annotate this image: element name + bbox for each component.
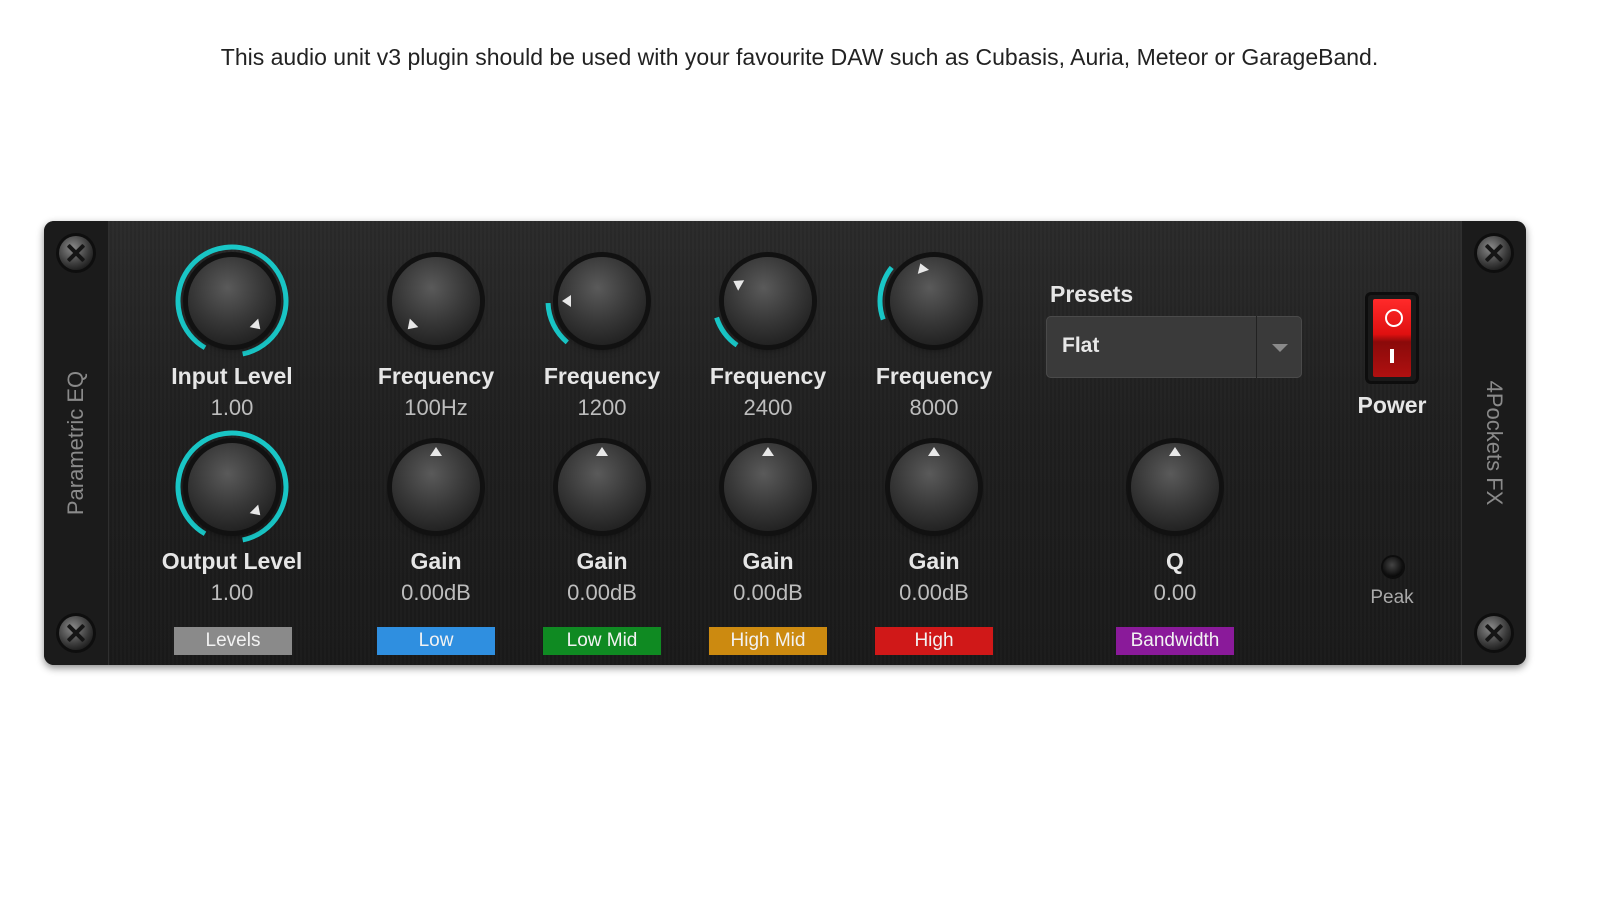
band-frequency-label: Frequency xyxy=(709,363,827,389)
band-gain-knob[interactable] xyxy=(544,429,660,545)
band-tag: High xyxy=(875,627,993,655)
chevron-down-icon xyxy=(1272,344,1288,352)
brand-name: 4Pockets FX xyxy=(1482,380,1507,506)
left-strip: Parametric EQ xyxy=(44,221,109,665)
levels-tag: Levels xyxy=(174,627,292,655)
band-frequency-value: 2400 xyxy=(743,395,793,420)
band-tag: High Mid xyxy=(709,627,827,655)
knob-body xyxy=(890,257,978,345)
power-off-glyph-icon xyxy=(1385,309,1403,327)
screw-icon xyxy=(1477,236,1511,270)
preset-selected-value: Flat xyxy=(1062,334,1100,357)
knob-body xyxy=(890,443,978,531)
knob-body xyxy=(558,257,646,345)
plugin-caption: This audio unit v3 plugin should be used… xyxy=(220,44,1379,70)
band-tag: Low Mid xyxy=(543,627,661,655)
peak-label: Peak xyxy=(1370,587,1414,608)
band-gain-label: Gain xyxy=(742,548,794,574)
band-gain-label: Gain xyxy=(410,548,462,574)
peak-led-icon xyxy=(1383,557,1403,577)
output-level-knob[interactable] xyxy=(174,429,290,545)
screw-icon xyxy=(59,616,93,650)
band-frequency-value: 8000 xyxy=(909,395,959,420)
q-knob[interactable] xyxy=(1117,429,1233,545)
band-gain-knob[interactable] xyxy=(378,429,494,545)
bandwidth-tag: Bandwidth xyxy=(1116,627,1234,655)
power-on-glyph-icon xyxy=(1390,349,1394,363)
band-gain-value: 0.00dB xyxy=(899,580,969,605)
dropdown-divider xyxy=(1256,316,1257,378)
input-level-knob[interactable] xyxy=(174,243,290,359)
screw-icon xyxy=(1477,616,1511,650)
output-level-value: 1.00 xyxy=(210,580,254,605)
band-gain-value: 0.00dB xyxy=(567,580,637,605)
power-switch[interactable] xyxy=(1368,295,1416,381)
band-gain-label: Gain xyxy=(908,548,960,574)
presets-dropdown[interactable]: Flat xyxy=(1046,316,1302,378)
knob-body xyxy=(392,443,480,531)
band-frequency-knob[interactable] xyxy=(876,243,992,359)
knob-body xyxy=(188,443,276,531)
band-gain-label: Gain xyxy=(576,548,628,574)
screw-icon xyxy=(59,236,93,270)
band-gain-value: 0.00dB xyxy=(733,580,803,605)
input-level-label: Input Level xyxy=(171,363,293,389)
band-tag: Low xyxy=(377,627,495,655)
band-frequency-label: Frequency xyxy=(875,363,993,389)
output-level-label: Output Level xyxy=(161,548,303,574)
q-label: Q xyxy=(1166,548,1184,574)
band-frequency-knob[interactable] xyxy=(544,243,660,359)
plugin-panel: Parametric EQ 4Pockets FX Input Level 1.… xyxy=(44,221,1526,665)
knob-body xyxy=(724,443,812,531)
knob-body xyxy=(392,257,480,345)
band-frequency-label: Frequency xyxy=(377,363,495,389)
power-label: Power xyxy=(1357,392,1427,418)
power-rocker xyxy=(1373,299,1411,377)
band-frequency-value: 1200 xyxy=(577,395,627,420)
band-gain-value: 0.00dB xyxy=(401,580,471,605)
band-gain-knob[interactable] xyxy=(710,429,826,545)
band-frequency-label: Frequency xyxy=(543,363,661,389)
knob-body xyxy=(724,257,812,345)
band-frequency-knob[interactable] xyxy=(378,243,494,359)
band-frequency-knob[interactable] xyxy=(710,243,826,359)
presets-label: Presets xyxy=(1050,281,1134,307)
band-gain-knob[interactable] xyxy=(876,429,992,545)
plugin-name: Parametric EQ xyxy=(63,370,88,516)
band-frequency-value: 100Hz xyxy=(404,395,468,420)
knob-body xyxy=(188,257,276,345)
input-level-value: 1.00 xyxy=(210,395,254,420)
q-value: 0.00 xyxy=(1153,580,1197,605)
knob-body xyxy=(1131,443,1219,531)
knob-body xyxy=(558,443,646,531)
